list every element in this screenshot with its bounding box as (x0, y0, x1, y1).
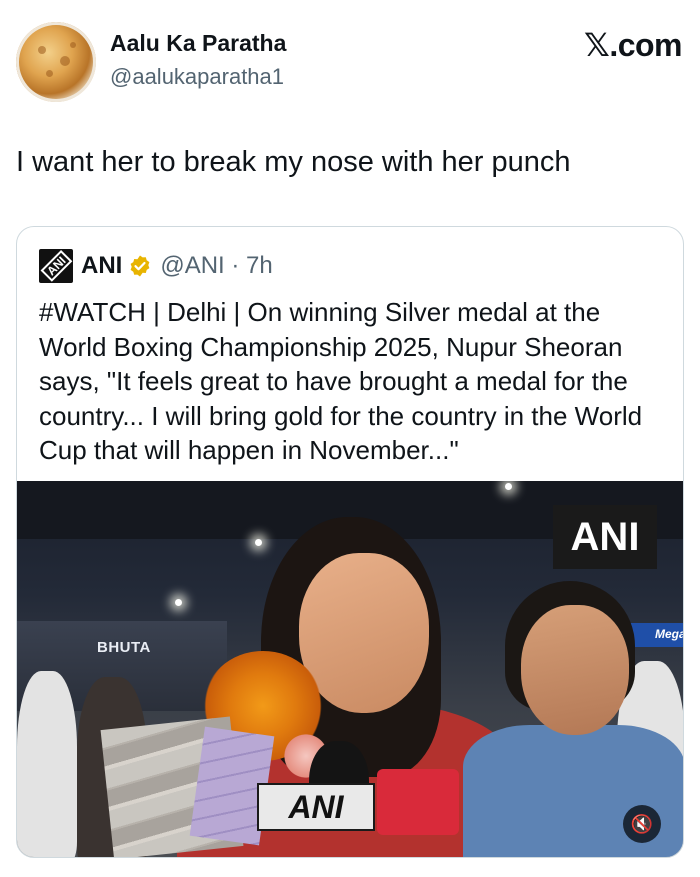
quoted-handle-time: @ANI · 7h (160, 252, 273, 279)
author-handle[interactable]: @aalukaparatha1 (110, 64, 284, 90)
ani-logo-text: ANI (40, 250, 73, 282)
mute-icon[interactable]: 🔇 (623, 805, 661, 843)
ceiling-light (255, 539, 262, 546)
quoted-tweet-text: #WATCH | Delhi | On winning Silver medal… (39, 297, 643, 465)
quoted-tweet[interactable]: ANI ANI @ANI · 7h #WATCH | Delhi | On wi… (16, 226, 684, 858)
quoted-author-name[interactable]: ANI (81, 252, 122, 280)
author-avatar[interactable] (16, 22, 96, 102)
verified-badge-icon (130, 255, 150, 277)
video-player[interactable]: BHUTA Mega ANI ANI 🔇 (17, 481, 683, 857)
ani-watermark: ANI (553, 505, 657, 569)
quoted-tweet-header: ANI ANI @ANI · 7h (39, 249, 273, 283)
tweet-text: I want her to break my nose with her pun… (16, 146, 571, 178)
background-sign: BHUTA (97, 639, 151, 656)
site-watermark: 𝕏.com (584, 27, 682, 63)
ani-microphone-label: ANI (257, 783, 375, 831)
background-person (17, 671, 77, 857)
tweet-header: Aalu Ka Paratha @aalukaparatha1 𝕏.com (16, 20, 684, 104)
bystander-face (521, 605, 629, 735)
ani-logo[interactable]: ANI (39, 249, 73, 283)
author-name[interactable]: Aalu Ka Paratha (110, 30, 286, 57)
ceiling-light (175, 599, 182, 606)
microphone-red (377, 769, 459, 835)
ceiling-light (505, 483, 512, 490)
